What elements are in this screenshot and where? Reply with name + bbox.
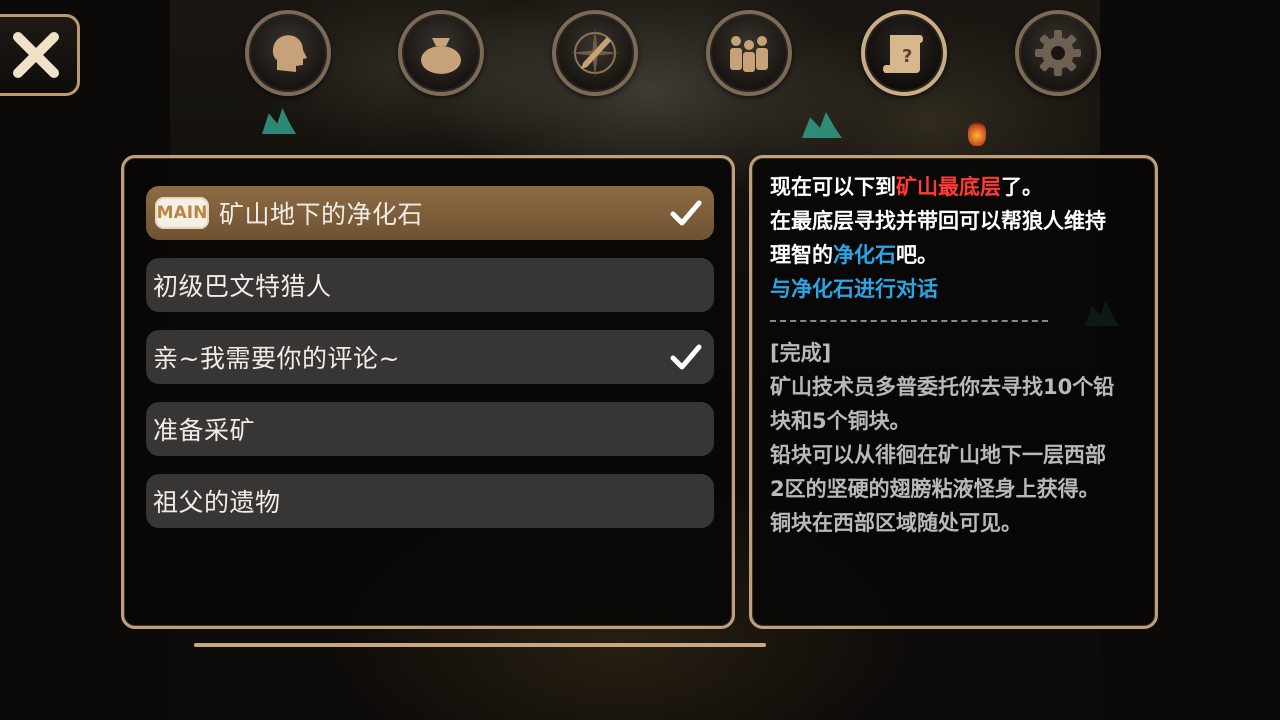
completed-line: 矿山技术员多普委托你去寻找10个铅 xyxy=(770,375,1115,399)
tab-skills[interactable] xyxy=(552,10,638,96)
quest-title: 初级巴文特猎人 xyxy=(153,272,332,301)
tab-quests[interactable]: ? xyxy=(861,10,947,96)
quest-title: 准备采矿 xyxy=(153,416,256,445)
close-button[interactable] xyxy=(0,14,80,96)
tab-settings[interactable] xyxy=(1015,10,1101,96)
description-text: 了。 xyxy=(1001,175,1043,199)
tab-inventory[interactable] xyxy=(398,10,484,96)
quest-objective: 与净化石进行对话 xyxy=(770,277,938,301)
tab-party[interactable] xyxy=(706,10,792,96)
character-head-icon xyxy=(272,35,307,72)
location-highlight: 矿山最底层 xyxy=(896,175,1001,199)
checkmark-icon xyxy=(670,200,702,226)
quest-description: 现在可以下到矿山最底层了。 在最底层寻找并带回可以帮狼人维持 理智的净化石吧。 … xyxy=(770,170,1145,540)
description-text: 吧。 xyxy=(896,243,938,267)
quest-item-main[interactable]: MAIN 矿山地下的净化石 xyxy=(146,186,714,240)
completed-line: 块和5个铜块。 xyxy=(770,409,911,433)
party-people-icon xyxy=(730,36,768,72)
close-icon xyxy=(12,32,59,78)
description-line: 在最底层寻找并带回可以帮狼人维持 xyxy=(770,209,1106,233)
description-text: 现在可以下到 xyxy=(770,175,896,199)
description-line: 理智的净化石吧。 xyxy=(770,238,1145,272)
completed-line: 铅块可以从徘徊在矿山地下一层西部 xyxy=(770,443,1106,467)
item-bag-icon xyxy=(421,38,461,74)
tab-character[interactable] xyxy=(245,10,331,96)
completed-line: 2区的坚硬的翅膀粘液怪身上获得。 xyxy=(770,477,1100,501)
quest-detail-panel: 现在可以下到矿山最底层了。 在最底层寻找并带回可以帮狼人维持 理智的净化石吧。 … xyxy=(749,155,1158,629)
completed-line: 铜块在西部区域随处可见。 xyxy=(770,511,1022,535)
quest-list-panel: MAIN 矿山地下的净化石 初级巴文特猎人 亲~我需要你的评论~ 准备采矿 祖父… xyxy=(121,155,735,629)
quest-title: 矿山地下的净化石 xyxy=(219,200,424,229)
settings-gear-icon xyxy=(1035,30,1081,76)
description-line: 现在可以下到矿山最底层了。 xyxy=(770,170,1145,204)
quest-scroll-icon: ? xyxy=(883,35,923,73)
description-text: 理智的 xyxy=(770,243,833,267)
quest-title: 亲~我需要你的评论~ xyxy=(153,344,400,373)
quest-title: 祖父的遗物 xyxy=(153,488,281,517)
skill-compass-sword-icon xyxy=(571,29,619,77)
item-highlight: 净化石 xyxy=(833,243,896,267)
quest-item[interactable]: 准备采矿 xyxy=(146,402,714,456)
torch-decoration xyxy=(968,120,986,146)
quest-item[interactable]: 亲~我需要你的评论~ xyxy=(146,330,714,384)
section-divider xyxy=(770,320,1048,322)
checkmark-icon xyxy=(670,344,702,370)
scrollbar[interactable] xyxy=(194,643,766,647)
quest-item[interactable]: 初级巴文特猎人 xyxy=(146,258,714,312)
main-quest-badge: MAIN xyxy=(155,197,209,229)
svg-text:?: ? xyxy=(902,46,912,67)
completed-header: [完成] xyxy=(770,341,832,365)
quest-item[interactable]: 祖父的遗物 xyxy=(146,474,714,528)
